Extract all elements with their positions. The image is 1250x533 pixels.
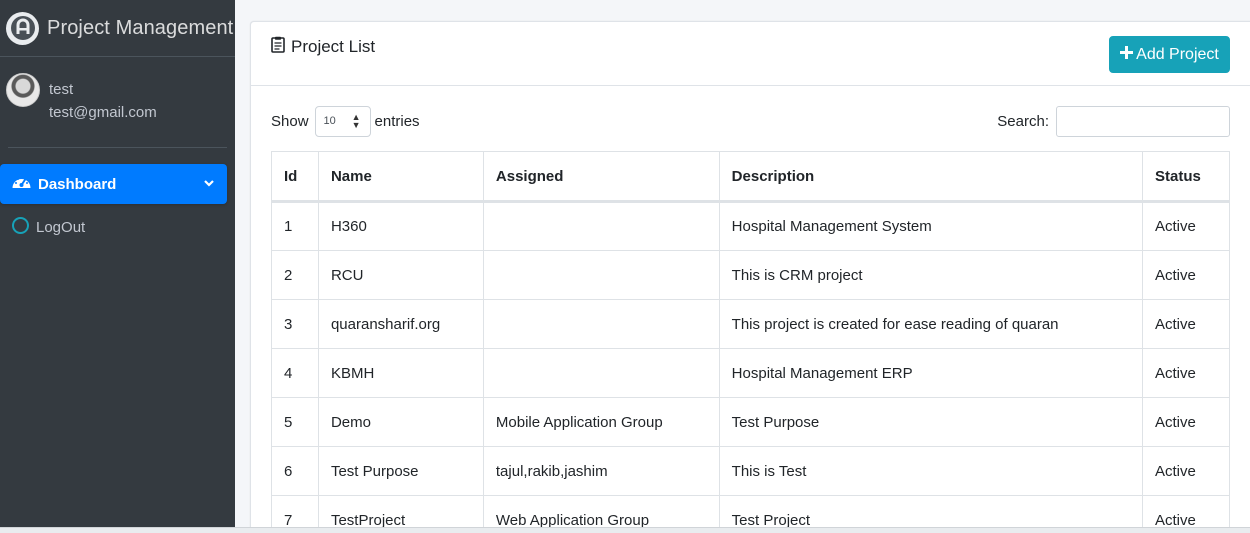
sidebar-nav: Dashboard LogOut — [0, 164, 235, 247]
search-input[interactable] — [1056, 105, 1230, 137]
show-label: Show — [271, 112, 309, 130]
cell-id: 6 — [271, 446, 319, 496]
cell-name: RCU — [317, 250, 484, 300]
cell-status: Active — [1142, 250, 1230, 300]
card-title: Project List — [271, 36, 375, 58]
column-header-name[interactable]: Name — [317, 151, 484, 203]
entries-value: 10 — [323, 115, 336, 127]
entries-length: Show 10 ▲ ▼ entries — [271, 105, 420, 137]
cell-description: This project is created for ease reading… — [718, 299, 1144, 349]
cell-name: H360 — [317, 201, 484, 251]
cell-name: Test Purpose — [317, 446, 484, 496]
sidebar-item-label: LogOut — [36, 218, 86, 236]
tachometer-icon — [11, 173, 32, 195]
cell-assigned — [482, 348, 720, 398]
sidebar-item-logout[interactable]: LogOut — [0, 207, 227, 247]
brand-logo-icon — [6, 11, 39, 45]
table-row[interactable]: 5 Demo Mobile Application Group Test Pur… — [271, 397, 1230, 447]
search-filter: Search: — [997, 105, 1230, 137]
cell-id: 3 — [271, 299, 319, 349]
add-project-button[interactable]: Add Project — [1109, 36, 1230, 73]
cell-assigned: Mobile Application Group — [482, 397, 720, 447]
projects-table: Id Name Assigned Description Status 1 H3… — [271, 151, 1230, 533]
cell-id: 1 — [271, 201, 319, 251]
cell-id: 2 — [271, 250, 319, 300]
cell-status: Active — [1142, 446, 1230, 496]
entries-select[interactable]: 10 ▲ ▼ — [314, 105, 371, 137]
cell-status: Active — [1142, 397, 1230, 447]
window-bottom-edge — [0, 527, 1250, 533]
cell-description: This is Test — [718, 446, 1144, 496]
search-label: Search: — [997, 112, 1049, 130]
brand-title: Project Management — [47, 16, 234, 39]
cell-name: KBMH — [317, 348, 484, 398]
column-header-id[interactable]: Id — [271, 151, 319, 203]
table-row[interactable]: 4 KBMH Hospital Management ERP Active — [271, 348, 1230, 398]
cell-description: Test Purpose — [718, 397, 1144, 447]
cell-description: Hospital Management System — [718, 201, 1144, 251]
cell-name: Demo — [317, 397, 484, 447]
brand[interactable]: Project Management — [0, 0, 235, 57]
column-header-assigned[interactable]: Assigned — [482, 151, 720, 203]
plus-icon — [1120, 45, 1134, 64]
entries-label: entries — [374, 112, 420, 130]
table-row[interactable]: 6 Test Purpose tajul,rakib,jashim This i… — [271, 446, 1230, 496]
card-header: Project List Add Project — [251, 22, 1250, 86]
cell-assigned — [482, 299, 720, 349]
cell-id: 5 — [271, 397, 319, 447]
table-header-row: Id Name Assigned Description Status — [271, 151, 1230, 203]
table-row[interactable]: 3 quaransharif.org This project is creat… — [271, 299, 1230, 349]
sidebar: Project Management test test@gmail.com D… — [0, 0, 235, 533]
cell-assigned — [482, 201, 720, 251]
cell-description: Hospital Management ERP — [718, 348, 1144, 398]
cell-status: Active — [1142, 348, 1230, 398]
avatar[interactable] — [6, 73, 40, 107]
clipboard-icon — [271, 36, 285, 58]
sidebar-item-label: Dashboard — [38, 175, 117, 193]
sidebar-item-dashboard[interactable]: Dashboard — [0, 164, 227, 204]
cell-status: Active — [1142, 201, 1230, 251]
add-project-label: Add Project — [1136, 45, 1219, 63]
cell-id: 4 — [271, 348, 319, 398]
column-header-status[interactable]: Status — [1142, 151, 1230, 203]
column-header-description[interactable]: Description — [718, 151, 1144, 203]
page-title: Project List — [291, 37, 376, 56]
cell-assigned: tajul,rakib,jashim — [482, 446, 720, 496]
user-name[interactable]: test — [49, 81, 73, 98]
project-list-card: Project List Add Project Show 10 ▲ ▼ entr… — [250, 21, 1250, 533]
user-panel: test test@gmail.com — [6, 57, 227, 148]
cell-description: This is CRM project — [718, 250, 1144, 300]
user-email: test@gmail.com — [49, 104, 157, 121]
up-down-icon: ▲ ▼ — [351, 111, 361, 130]
cell-name: quaransharif.org — [317, 299, 484, 349]
chevron-down-icon — [203, 176, 215, 193]
cell-status: Active — [1142, 299, 1230, 349]
cell-assigned — [482, 250, 720, 300]
table-controls: Show 10 ▲ ▼ entries Search: — [271, 105, 1230, 137]
table-row[interactable]: 1 H360 Hospital Management System Active — [271, 201, 1230, 251]
table-row[interactable]: 2 RCU This is CRM project Active — [271, 250, 1230, 300]
circle-icon — [11, 216, 30, 239]
